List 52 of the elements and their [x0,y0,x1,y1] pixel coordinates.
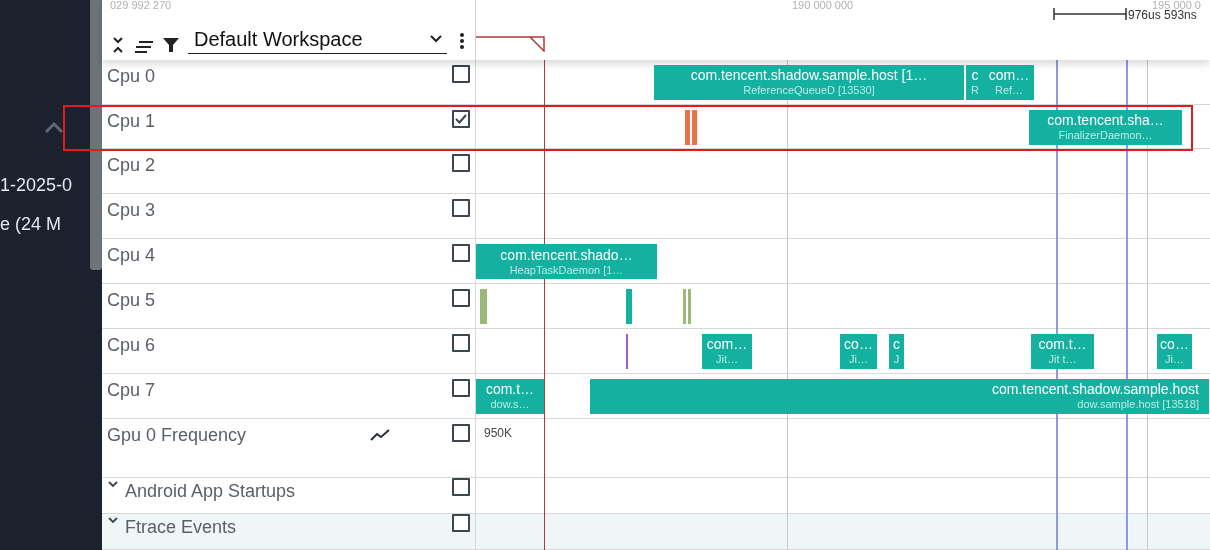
chevron-up-icon[interactable] [44,122,64,134]
trace-title: e (24 M [0,213,63,236]
track-name: Cpu 2 [107,154,156,178]
slice[interactable]: com.tencent.sha… FinalizerDaemon… [1029,109,1182,145]
slice[interactable]: com.t… dow.s… [476,378,544,414]
time-tick-label: 190 000 000 [792,0,854,13]
track-name: Cpu 7 [107,378,156,402]
checkbox[interactable] [452,478,470,497]
checkbox[interactable] [452,378,470,397]
chevron-down-icon [429,34,443,45]
checkbox[interactable] [452,154,470,173]
trace-title: 1-2025-0 [0,174,73,197]
checkbox[interactable] [452,423,470,442]
checkbox[interactable] [452,289,470,307]
checkbox[interactable] [452,514,470,533]
sort-lines-icon[interactable] [134,39,154,54]
slice[interactable]: c J [889,333,904,369]
line-chart-icon[interactable] [370,427,390,442]
slice[interactable]: co… Ji… [840,333,877,369]
checkbox[interactable] [452,244,470,263]
slice[interactable]: com.tencent.shado… HeapTaskDaemon [1… [476,244,657,280]
collapse-icon[interactable] [110,35,126,54]
slice[interactable]: c R [966,64,984,100]
checkbox[interactable] [452,109,470,128]
track-name: Android App Startups [125,480,296,504]
track-name: Cpu 1 [107,109,156,133]
slice[interactable]: com.tencent.shadow.sample.host dow.sample.host [13518] [590,378,1209,414]
track-name: Gpu 0 Frequency [107,423,247,447]
track-name: Cpu 0 [107,64,156,88]
checkbox[interactable] [452,333,470,352]
time-tick-label: 195 000 0 [1152,0,1201,11]
checkbox[interactable] [452,64,470,83]
track-name: Cpu 6 [107,333,156,357]
slice[interactable]: com… Ref… [984,64,1034,100]
filter-icon[interactable] [162,35,180,54]
track-name: Cpu 3 [107,199,156,223]
track-name: Ftrace Events [125,516,237,540]
time-flag-marker[interactable] [476,36,546,52]
counter-value: 950K [484,424,513,442]
slice-bar[interactable] [692,109,697,145]
slice[interactable]: com… Jit… [702,333,752,369]
slice[interactable]: com.tencent.shadow.sample.host [1… ReferenceQueueD [13530] [654,64,964,100]
time-tick-label: 029 992 270 [110,0,172,13]
scrollbar-thumb[interactable] [90,0,102,270]
more-options-icon[interactable] [459,31,465,50]
workspace-dropdown[interactable]: Default Workspace [188,25,447,54]
checkbox[interactable] [452,199,470,218]
slice[interactable]: com.t… Jit t… [1031,333,1094,369]
track-name: Cpu 5 [107,289,156,312]
slice-bar[interactable] [685,109,690,145]
track-name: Cpu 4 [107,244,156,268]
slice[interactable]: co… Ji… [1157,333,1192,369]
